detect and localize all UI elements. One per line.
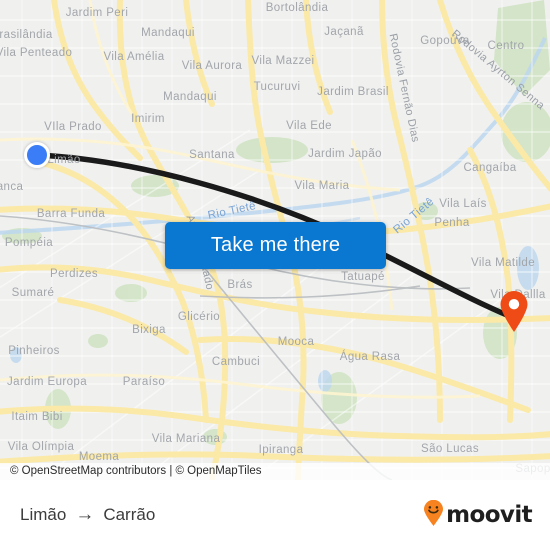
origin-marker[interactable]: [24, 142, 50, 168]
route-destination-label: Carrão: [103, 505, 156, 524]
moovit-wordmark: moovit: [446, 502, 532, 528]
route-origin-label: Limão: [20, 505, 67, 524]
moovit-pin-icon: [423, 499, 444, 526]
take-me-there-button[interactable]: Take me there: [165, 222, 386, 269]
footer-bar: Limão → Carrão moovit: [0, 480, 550, 550]
arrow-right-icon: →: [75, 503, 95, 525]
moovit-route-card: Jardim Peri Bortolândia Mandaqui Jaçanã Gopo…: [0, 0, 550, 550]
moovit-logo[interactable]: moovit: [423, 499, 533, 528]
destination-marker[interactable]: [499, 290, 529, 332]
map-attribution: © OpenStreetMap contributors | © OpenMap…: [0, 463, 550, 480]
route-summary: Limão → Carrão: [20, 505, 155, 525]
